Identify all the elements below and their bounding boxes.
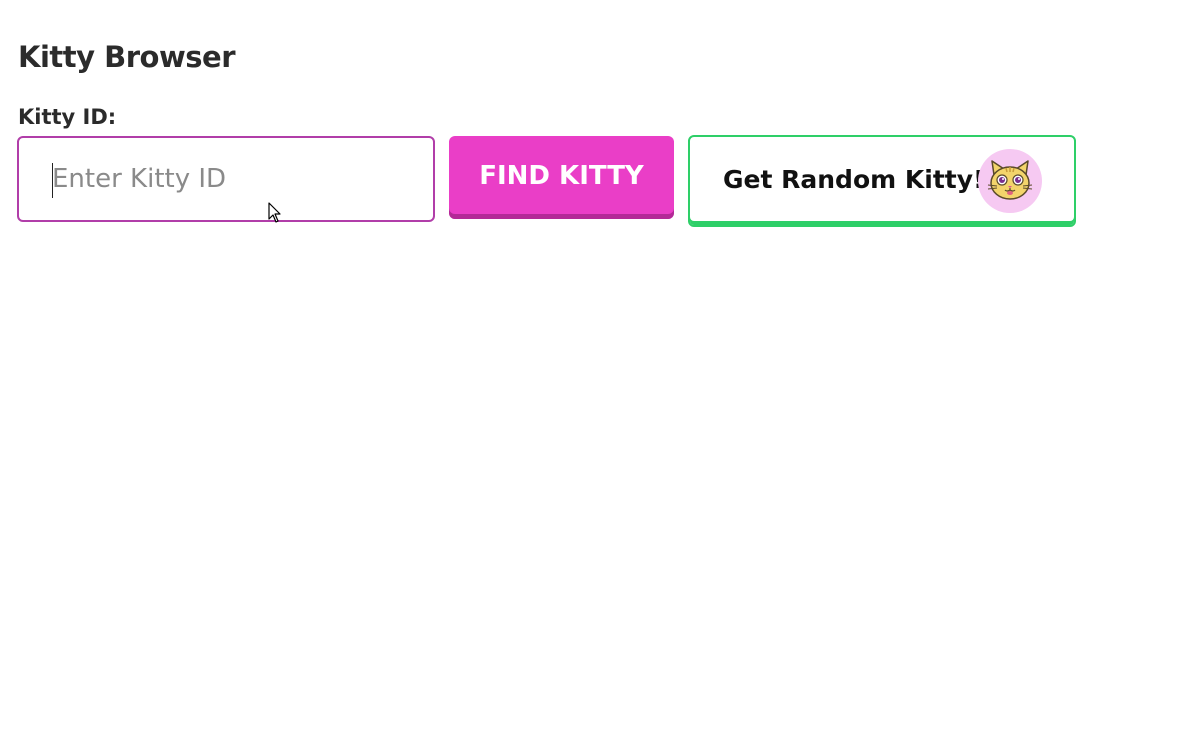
find-kitty-button[interactable]: FIND KITTY	[449, 136, 674, 219]
kitty-browser-page: Kitty Browser Kitty ID: FIND KITTY Get R…	[0, 0, 1177, 733]
random-kitty-label: Get Random Kitty!	[723, 165, 985, 194]
kitty-id-input-box[interactable]	[17, 136, 435, 222]
get-random-kitty-button[interactable]: Get Random Kitty!	[688, 135, 1076, 227]
text-caret	[52, 163, 53, 198]
cat-face-icon	[978, 149, 1042, 213]
page-title: Kitty Browser	[18, 40, 236, 74]
kitty-id-label: Kitty ID:	[18, 105, 117, 129]
kitty-id-input[interactable]	[19, 138, 433, 220]
